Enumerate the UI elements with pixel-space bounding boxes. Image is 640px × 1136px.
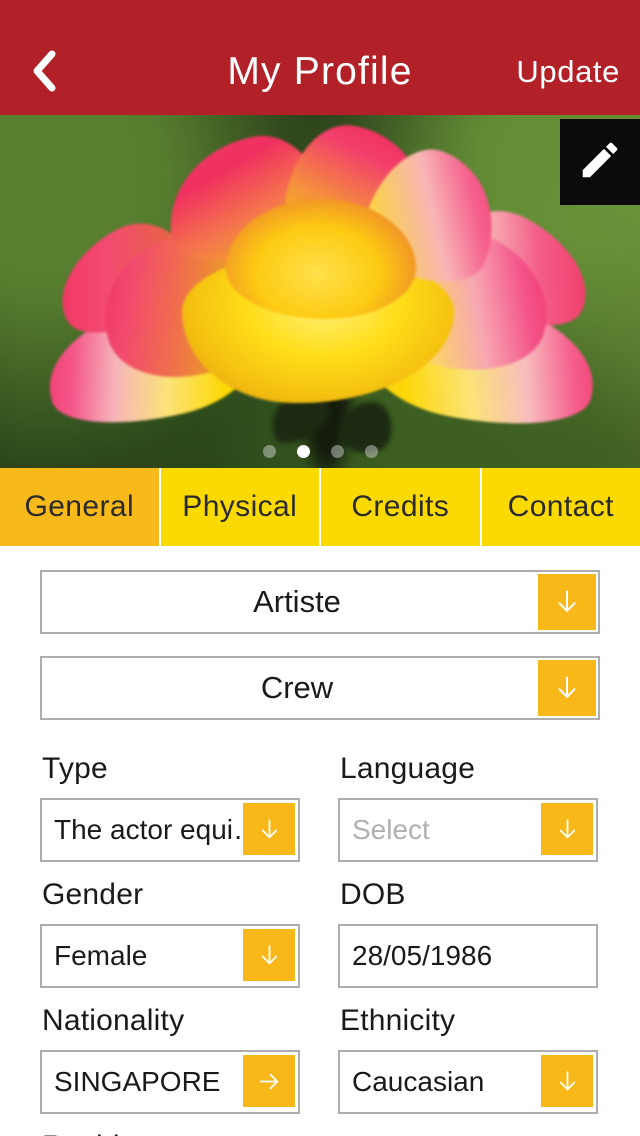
gender-dropdown-button[interactable] [243,929,295,981]
general-form: Artiste Crew Type The actor equi… Langua… [0,546,640,1136]
dob-value: 28/05/1986 [352,940,493,971]
carousel-dot[interactable] [330,445,344,458]
edit-photo-button[interactable] [560,119,640,205]
down-arrow-icon [555,1068,580,1095]
pencil-icon [577,137,623,188]
ethnicity-label: Ethnicity [340,1004,456,1037]
artiste-value: Artiste [253,584,341,619]
nationality-label: Nationality [42,1004,185,1037]
carousel-dot[interactable] [364,445,378,458]
form-row-nationality-ethnicity: Nationality SINGAPORE Ethnicity Caucasia… [40,994,600,1114]
tab-label: Contact [507,490,614,523]
field-group-nationality: Nationality SINGAPORE [40,994,300,1114]
app-header: My Profile Update [0,0,640,115]
nationality-next-button[interactable] [243,1055,295,1107]
form-row-gender-dob: Gender Female DOB 28/05/1986 [40,868,600,988]
tab-contact[interactable]: Contact [481,468,640,546]
type-label: Type [42,752,108,785]
tab-general[interactable]: General [0,468,159,546]
gender-select[interactable]: Female [40,924,300,988]
down-arrow-icon [553,587,581,617]
language-label: Language [340,752,476,785]
down-arrow-icon [555,816,580,843]
dob-input[interactable]: 28/05/1986 [338,924,598,988]
profile-photo-carousel[interactable] [0,115,640,468]
down-arrow-icon [257,942,282,969]
down-arrow-icon [553,673,581,703]
ethnicity-select[interactable]: Caucasian [338,1050,598,1114]
gender-label: Gender [42,878,144,911]
language-dropdown-button[interactable] [541,803,593,855]
field-group-language: Language Select [338,742,598,862]
rose-photo [36,117,608,458]
field-group-residence-right [338,1120,598,1136]
residence-label: Residence [40,1120,300,1136]
crew-dropdown-button[interactable] [538,660,596,716]
field-group-type: Type The actor equi… [40,742,300,862]
tab-label: General [24,490,135,523]
tab-label: Credits [351,490,450,523]
artiste-select[interactable]: Artiste [40,570,600,634]
form-row-residence: Residence [40,1120,600,1136]
tab-credits[interactable]: Credits [321,468,480,546]
field-group-gender: Gender Female [40,868,300,988]
ethnicity-dropdown-button[interactable] [541,1055,593,1107]
field-group-ethnicity: Ethnicity Caucasian [338,994,598,1114]
carousel-dots [0,445,640,458]
language-select[interactable]: Select [338,798,598,862]
nationality-select[interactable]: SINGAPORE [40,1050,300,1114]
tab-label: Physical [182,490,298,523]
type-select[interactable]: The actor equi… [40,798,300,862]
tab-physical[interactable]: Physical [160,468,319,546]
carousel-dot[interactable] [262,445,276,458]
residence-right-label [338,1120,598,1136]
right-arrow-icon [257,1068,282,1095]
crew-select[interactable]: Crew [40,656,600,720]
type-dropdown-button[interactable] [243,803,295,855]
field-group-dob: DOB 28/05/1986 [338,868,598,988]
crew-value: Crew [260,670,334,705]
carousel-dot-active[interactable] [296,445,310,458]
field-group-residence: Residence [40,1120,300,1136]
profile-tab-bar: General Physical Credits Contact [0,468,640,546]
form-row-type-language: Type The actor equi… Language Select [40,742,600,862]
artiste-dropdown-button[interactable] [538,574,596,630]
down-arrow-icon [257,816,282,843]
dob-label: DOB [340,878,406,911]
update-button[interactable]: Update [516,52,620,92]
